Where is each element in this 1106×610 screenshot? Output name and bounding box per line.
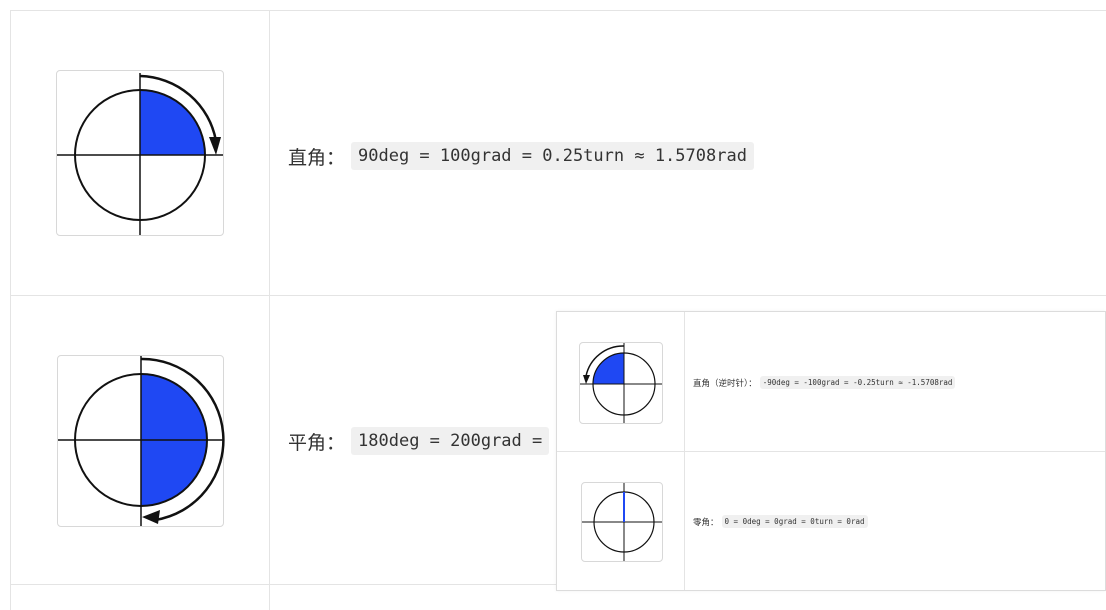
angle-row: 零角： 0 = 0deg = 0grad = 0turn = 0rad [693,515,868,528]
inset-screenshot: 直角（逆时针）： -90deg = -100grad = -0.25turn ≈… [556,311,1106,591]
straight-angle-icon [57,355,225,527]
angle-label: 直角（逆时针）： [693,378,757,389]
table-divider [10,10,1106,11]
table-divider [269,10,270,610]
table-divider [557,451,1105,452]
zero-angle-icon [581,482,663,562]
angle-label: 零角： [693,517,719,528]
table-divider [10,295,1106,296]
angle-label: 平角： [288,431,346,454]
angle-value: -90deg = -100grad = -0.25turn ≈ -1.5708r… [759,376,956,389]
counterclockwise-right-angle-icon [579,342,663,424]
angle-value: 90deg = 100grad = 0.25turn ≈ 1.5708rad [351,142,754,170]
angle-value: 180deg = 200grad = [351,427,550,455]
angle-row: 直角： 90deg = 100grad = 0.25turn ≈ 1.5708r… [288,142,754,170]
angle-value: 0 = 0deg = 0grad = 0turn = 0rad [721,515,868,528]
angle-row: 直角（逆时针）： -90deg = -100grad = -0.25turn ≈… [693,376,956,389]
right-angle-icon [56,70,224,236]
angle-row: 平角： 180deg = 200grad = [288,427,550,455]
table-divider [10,10,11,610]
angle-label: 直角： [288,146,346,169]
